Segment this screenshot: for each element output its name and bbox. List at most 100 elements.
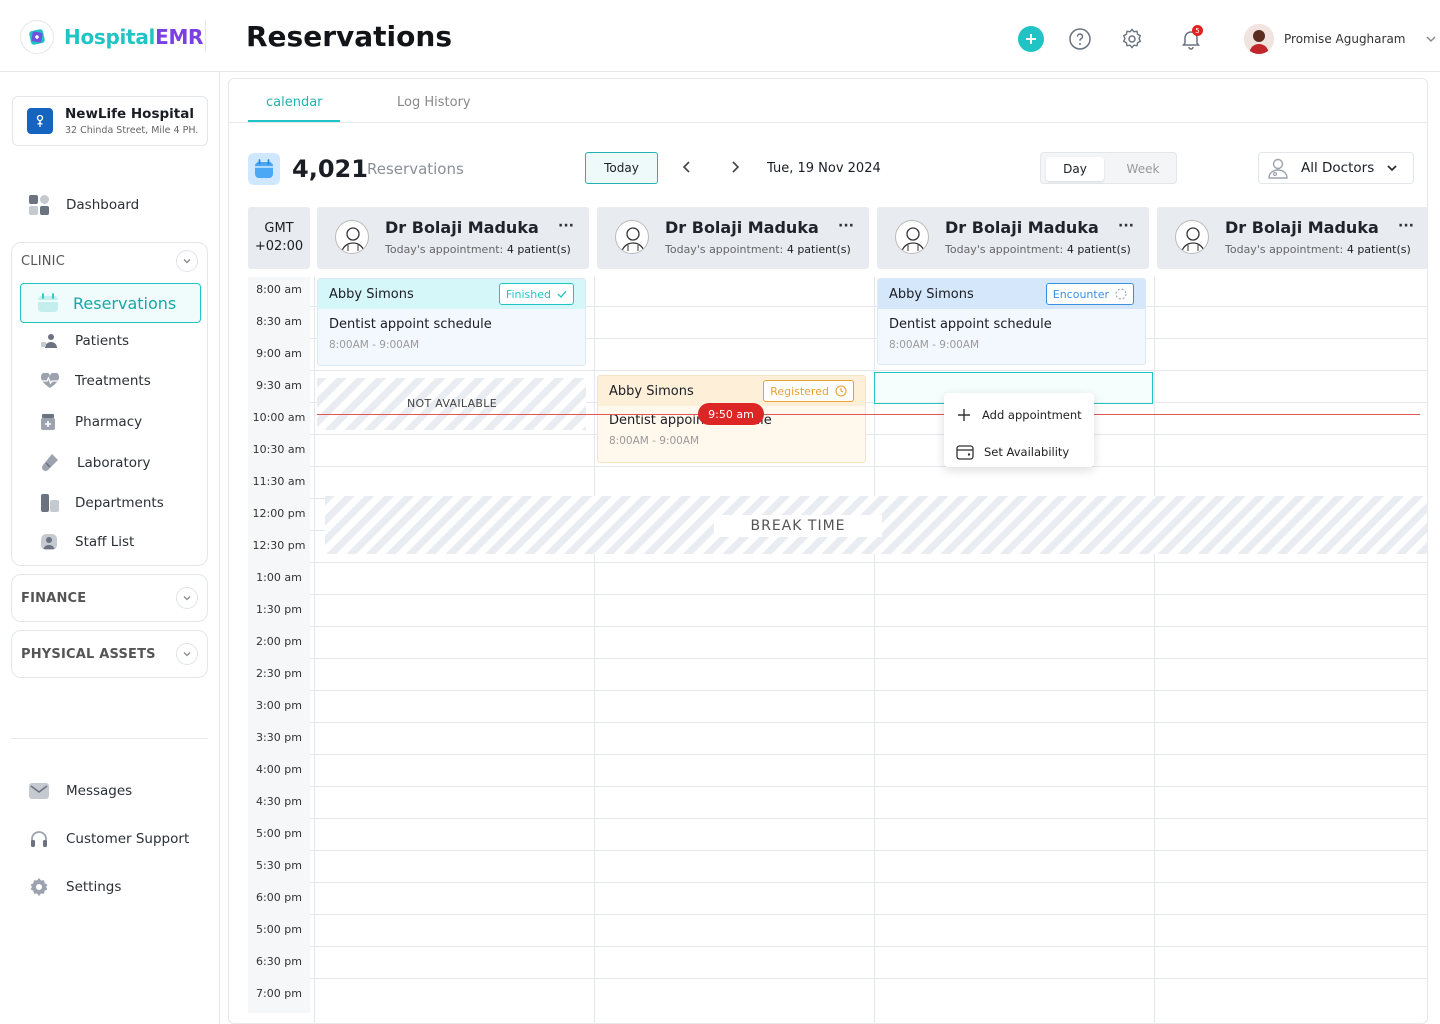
sidebar-item-label: Staff List [75, 534, 135, 550]
grid-row-line [310, 946, 1427, 947]
user-menu[interactable]: Promise Agugharam [1244, 24, 1438, 54]
time-slot-label: 9:30 am [248, 373, 310, 405]
appointment-title: Dentist appoint schedule [889, 317, 1052, 332]
more-icon[interactable]: ··· [1118, 218, 1134, 234]
time-slot-label: 7:00 pm [248, 981, 310, 1013]
notification-badge: 5 [1192, 25, 1203, 36]
group-title: PHYSICAL ASSETS [21, 646, 156, 662]
grid-row-line [310, 786, 1427, 787]
active-tab-indicator [248, 120, 340, 122]
doctor-filter-value: All Doctors [1301, 160, 1375, 176]
set-availability-menu-item[interactable]: Set Availability [956, 443, 1069, 461]
doctor-column-header[interactable]: Dr Bolaji Maduka Today's appointment: 4 … [317, 207, 589, 269]
tab-calendar[interactable]: calendar [266, 95, 323, 110]
sidebar-item-pharmacy[interactable]: Pharmacy [40, 413, 142, 431]
sidebar-item-departments[interactable]: Departments [40, 493, 164, 513]
appointment-count: 4 patient(s) [1346, 243, 1411, 256]
current-time-indicator: 9:50 am [698, 403, 764, 425]
appointment-time: 8:00AM - 9:00AM [889, 339, 980, 351]
grid-column-line [1154, 277, 1155, 1023]
sidebar-item-settings[interactable]: Settings [28, 876, 121, 898]
chevron-down-icon [176, 250, 198, 272]
physical-assets-group[interactable]: PHYSICAL ASSETS [11, 630, 208, 678]
today-button[interactable]: Today [585, 152, 658, 184]
grid-row-line [310, 722, 1427, 723]
doctor-column-header[interactable]: Dr Bolaji Maduka Today's appointment: 4 … [877, 207, 1149, 269]
sidebar-item-staff-list[interactable]: Staff List [40, 533, 134, 551]
doctor-column-header[interactable]: Dr Bolaji Maduka Today's appointment: 4 … [597, 207, 869, 269]
time-slot-label: 5:30 pm [248, 853, 310, 885]
finance-group[interactable]: FINANCE [11, 574, 208, 622]
sidebar-item-reservations[interactable]: Reservations [20, 283, 201, 323]
sidebar-item-label: Treatments [75, 373, 151, 389]
more-icon[interactable]: ··· [838, 218, 854, 234]
view-week-button[interactable]: Week [1114, 157, 1172, 181]
grid-row-line [310, 754, 1427, 755]
previous-button[interactable] [673, 153, 701, 181]
sidebar-item-treatments[interactable]: Treatments [40, 373, 151, 389]
settings-button[interactable] [1119, 26, 1145, 52]
more-icon[interactable]: ··· [1398, 218, 1414, 234]
time-slot-label: 10:00 am [248, 405, 310, 437]
tab-bar: calendar Log History [229, 79, 1427, 123]
timezone-label: GMT +02:00 [248, 207, 310, 269]
clinic-group-header[interactable]: CLINIC [12, 243, 207, 279]
current-date: Tue, 19 Nov 2024 [767, 161, 881, 176]
user-name: Promise Agugharam [1284, 32, 1406, 46]
logo-icon [20, 20, 54, 54]
grid-row-line [310, 850, 1427, 851]
appointment-card[interactable]: Abby Simons Encounter Dentist appoint sc… [877, 278, 1146, 365]
sidebar-item-laboratory[interactable]: Laboratory [40, 453, 151, 473]
grid-row-line [310, 594, 1427, 595]
grid-row-line [310, 658, 1427, 659]
status-label: Registered [770, 384, 829, 398]
sidebar-item-messages[interactable]: Messages [28, 780, 132, 802]
time-slot-label: 12:30 pm [248, 533, 310, 565]
hospital-selector[interactable]: NewLife Hospital 32 Chinda Street, Mile … [12, 96, 208, 146]
grid-row-line [310, 434, 1427, 435]
status-badge: Registered [763, 380, 854, 402]
add-button[interactable] [1018, 26, 1044, 52]
add-appointment-menu-item[interactable]: Add appointment [956, 407, 1082, 423]
doctor-avatar [335, 220, 369, 254]
grid-row-line [310, 882, 1427, 883]
app-logo[interactable]: HospitalEMR [20, 20, 203, 54]
appointment-count: 4 patient(s) [786, 243, 851, 256]
help-button[interactable] [1067, 26, 1093, 52]
slot-context-menu: Add appointment Set Availability [944, 393, 1094, 467]
departments-icon [40, 493, 62, 513]
headset-icon [28, 828, 50, 850]
more-icon[interactable]: ··· [558, 218, 574, 234]
sidebar-item-label: Patients [75, 333, 130, 349]
sidebar-item-label: Laboratory [77, 455, 151, 471]
grid-row-line [310, 818, 1427, 819]
status-badge: Finished [498, 283, 574, 305]
sidebar-item-customer-support[interactable]: Customer Support [28, 828, 189, 850]
sidebar-divider [11, 738, 208, 739]
grid-row-line [310, 562, 1427, 563]
time-slot-label: 2:00 pm [248, 629, 310, 661]
next-button[interactable] [721, 153, 749, 181]
calendar-grid: GMT +02:00 Dr Bolaji Maduka Today's appo… [248, 207, 1427, 1023]
time-slot-label: 8:00 am [248, 277, 310, 309]
doctor-column-header[interactable]: Dr Bolaji Maduka Today's appointment: 4 … [1157, 207, 1427, 269]
tab-log-history[interactable]: Log History [397, 95, 471, 110]
doctor-filter-select[interactable]: All Doctors [1258, 152, 1414, 184]
gear-icon [28, 876, 50, 898]
doctor-name: Dr Bolaji Maduka [1225, 218, 1379, 237]
top-bar: HospitalEMR Reservations 5 Promise Agugh… [0, 0, 1440, 72]
grid-column-line [314, 277, 315, 1023]
appointment-card[interactable]: Abby Simons Finished Dentist appoint sch… [317, 278, 586, 366]
grid-row-line [310, 978, 1427, 979]
sidebar-item-patients[interactable]: Patients [40, 333, 129, 349]
grid-row-line [310, 626, 1427, 627]
time-slot-label: 5:00 pm [248, 821, 310, 853]
unavailable-label: NOT AVAILABLE [407, 397, 497, 410]
time-slot-label: 1:30 pm [248, 597, 310, 629]
appointment-label: Today's appointment: [1225, 243, 1344, 256]
patient-name: Abby Simons [609, 383, 694, 399]
sidebar-item-dashboard[interactable]: Dashboard [28, 194, 139, 216]
view-day-button[interactable]: Day [1046, 157, 1104, 181]
notifications-button[interactable]: 5 [1178, 25, 1204, 52]
time-slot-label: 6:00 pm [248, 885, 310, 917]
